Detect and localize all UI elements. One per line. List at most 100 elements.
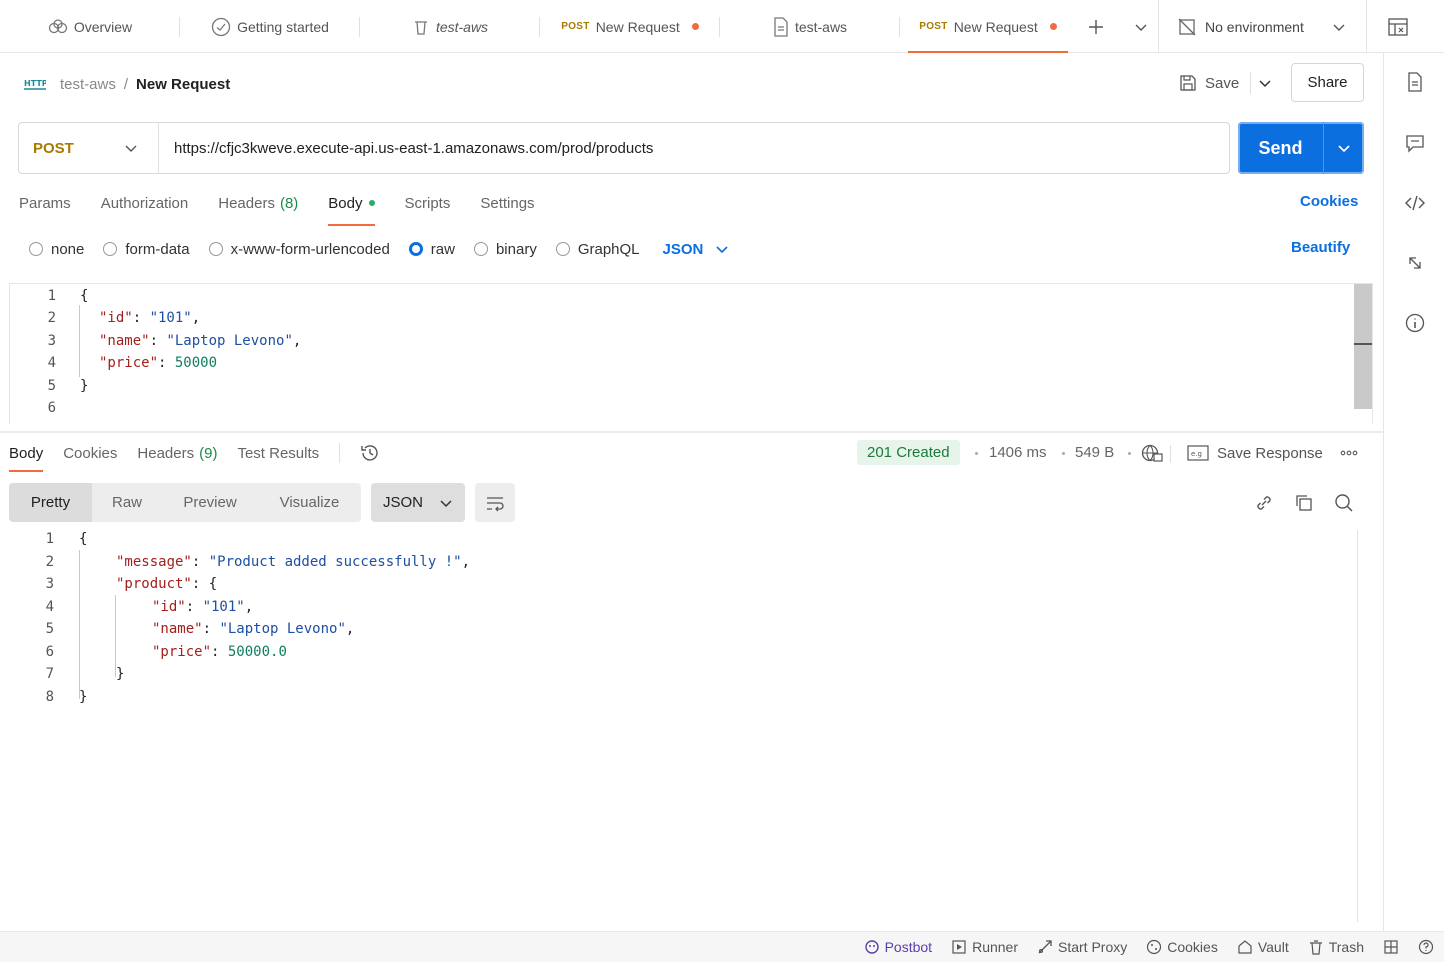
line-number: 1 [47,288,56,304]
code-line: } [79,689,88,705]
json-number: 50000.0 [227,644,287,660]
url-bar: POST [18,122,1230,174]
save-button[interactable]: Save [1172,64,1283,102]
format-label: JSON [662,240,704,258]
tab-params[interactable]: Params [19,190,71,216]
cookies-button[interactable]: Cookies [1146,939,1218,955]
code-line: "id": "101", [152,599,254,615]
radio-none[interactable]: none [29,241,84,258]
editor-scrollbar[interactable] [1354,284,1372,409]
help-button[interactable] [1418,939,1434,955]
svg-text:HTTP: HTTP [24,79,46,88]
radio-binary[interactable]: binary [473,241,537,258]
help-icon [1418,939,1434,955]
tab-body[interactable]: Body [328,190,375,226]
tab-label: test-aws [794,18,848,35]
tab-headers[interactable]: Headers (8) [218,190,298,216]
radio-raw[interactable]: raw [408,241,455,258]
cookies-link[interactable]: Cookies [1300,193,1358,210]
save-response-label: Save Response [1217,444,1323,462]
radio-x-www-form-urlencoded[interactable]: x-www-form-urlencoded [208,241,390,258]
url-input[interactable] [159,123,1229,173]
response-tab-body[interactable]: Body [9,440,44,472]
search-response-button[interactable] [1333,492,1355,514]
copy-response-button[interactable] [1293,492,1315,514]
tab-test-aws-deleted[interactable]: test-aws [360,0,540,53]
vault-button[interactable]: Vault [1237,939,1289,955]
copy-icon [1296,495,1312,511]
status-badge[interactable]: 201 Created [857,440,960,465]
copy-link-button[interactable] [1253,492,1275,514]
environment-quick-look-button[interactable] [1366,0,1429,53]
new-tab-button[interactable] [1068,18,1124,36]
runner-button[interactable]: Runner [951,939,1018,955]
code-line: } [80,378,89,394]
beautify-button[interactable]: Beautify [1291,239,1350,256]
start-proxy-button[interactable]: Start Proxy [1037,939,1127,955]
tab-label: Headers [218,194,275,212]
send-button[interactable]: Send [1238,122,1324,174]
two-pane-view-button[interactable] [1383,939,1399,955]
method-selector[interactable]: POST [19,123,159,173]
search-icon [1335,494,1353,512]
documentation-button[interactable] [1404,71,1426,93]
tab-test-aws[interactable]: test-aws [720,0,900,53]
save-options-chevron-icon[interactable] [1258,76,1272,90]
send-options-button[interactable] [1324,122,1364,174]
info-icon [1405,313,1425,333]
breadcrumb-parent[interactable]: test-aws [60,76,116,93]
proxy-icon [1038,940,1052,954]
tab-getting-started[interactable]: Getting started [180,0,360,53]
save-response-button[interactable]: e.g Save Response [1187,441,1323,465]
example-icon: e.g [1187,445,1209,461]
response-time[interactable]: 1406 ms [989,444,1047,461]
json-string: "Laptop Levono" [219,621,346,637]
radio-graphql[interactable]: GraphQL [555,241,640,258]
share-button[interactable]: Share [1291,63,1364,102]
comments-button[interactable] [1404,132,1426,154]
view-raw[interactable]: Raw [92,483,162,522]
view-preview[interactable]: Preview [162,483,258,522]
related-collections-button[interactable] [1404,252,1426,274]
request-name[interactable]: New Request [136,76,230,93]
wrap-lines-button[interactable] [475,483,515,522]
tab-label: Authorization [100,194,189,212]
more-options-icon[interactable] [1340,446,1358,460]
json-key: "name" [152,621,203,637]
raw-format-selector[interactable]: JSON [663,241,730,258]
tab-authorization[interactable]: Authorization [101,190,189,216]
view-pretty[interactable]: Pretty [9,483,92,522]
radio-form-data[interactable]: form-data [103,241,190,258]
postbot-button[interactable]: Postbot [864,939,932,955]
response-scrollbar[interactable] [1357,530,1358,922]
view-visualize[interactable]: Visualize [258,483,361,522]
tab-overview[interactable]: Overview [0,0,180,53]
response-tab-test-results[interactable]: Test Results [237,440,319,466]
line-number: 8 [45,689,54,705]
request-body-editor[interactable]: 1 { 2 "id": "101", 3 "name": "Laptop Levono… [9,283,1373,424]
document-icon [773,16,789,37]
info-button[interactable] [1404,312,1426,334]
response-view-segmented: Pretty Raw Preview Visualize [9,483,361,522]
line-number: 4 [47,355,56,371]
body-type-options: none form-data x-www-form-urlencoded raw… [29,237,729,261]
tab-settings[interactable]: Settings [480,190,534,216]
tab-new-request-2[interactable]: POST New Request [908,0,1068,53]
response-format-selector[interactable]: JSON [371,483,465,522]
overview-icon [48,18,68,35]
response-tab-headers[interactable]: Headers (9) [137,440,217,466]
pane-resize-handle[interactable] [0,431,1383,433]
json-string: "101" [202,599,245,615]
environment-selector[interactable]: No environment [1158,0,1366,53]
tab-list-button[interactable] [1124,20,1158,34]
response-tab-cookies[interactable]: Cookies [63,440,117,466]
code-snippet-button[interactable] [1404,192,1426,214]
tab-scripts[interactable]: Scripts [405,190,451,216]
response-body-viewer[interactable]: 1 { 2 "message": "Product added successful… [0,528,1375,928]
trash-button[interactable]: Trash [1308,939,1364,955]
breadcrumb: HTTP test-aws / New Request [24,70,230,98]
history-icon[interactable] [360,443,380,463]
response-size[interactable]: 549 B [1075,444,1114,461]
tab-new-request-1[interactable]: POST New Request [540,0,720,53]
network-globe-icon[interactable] [1141,443,1163,463]
